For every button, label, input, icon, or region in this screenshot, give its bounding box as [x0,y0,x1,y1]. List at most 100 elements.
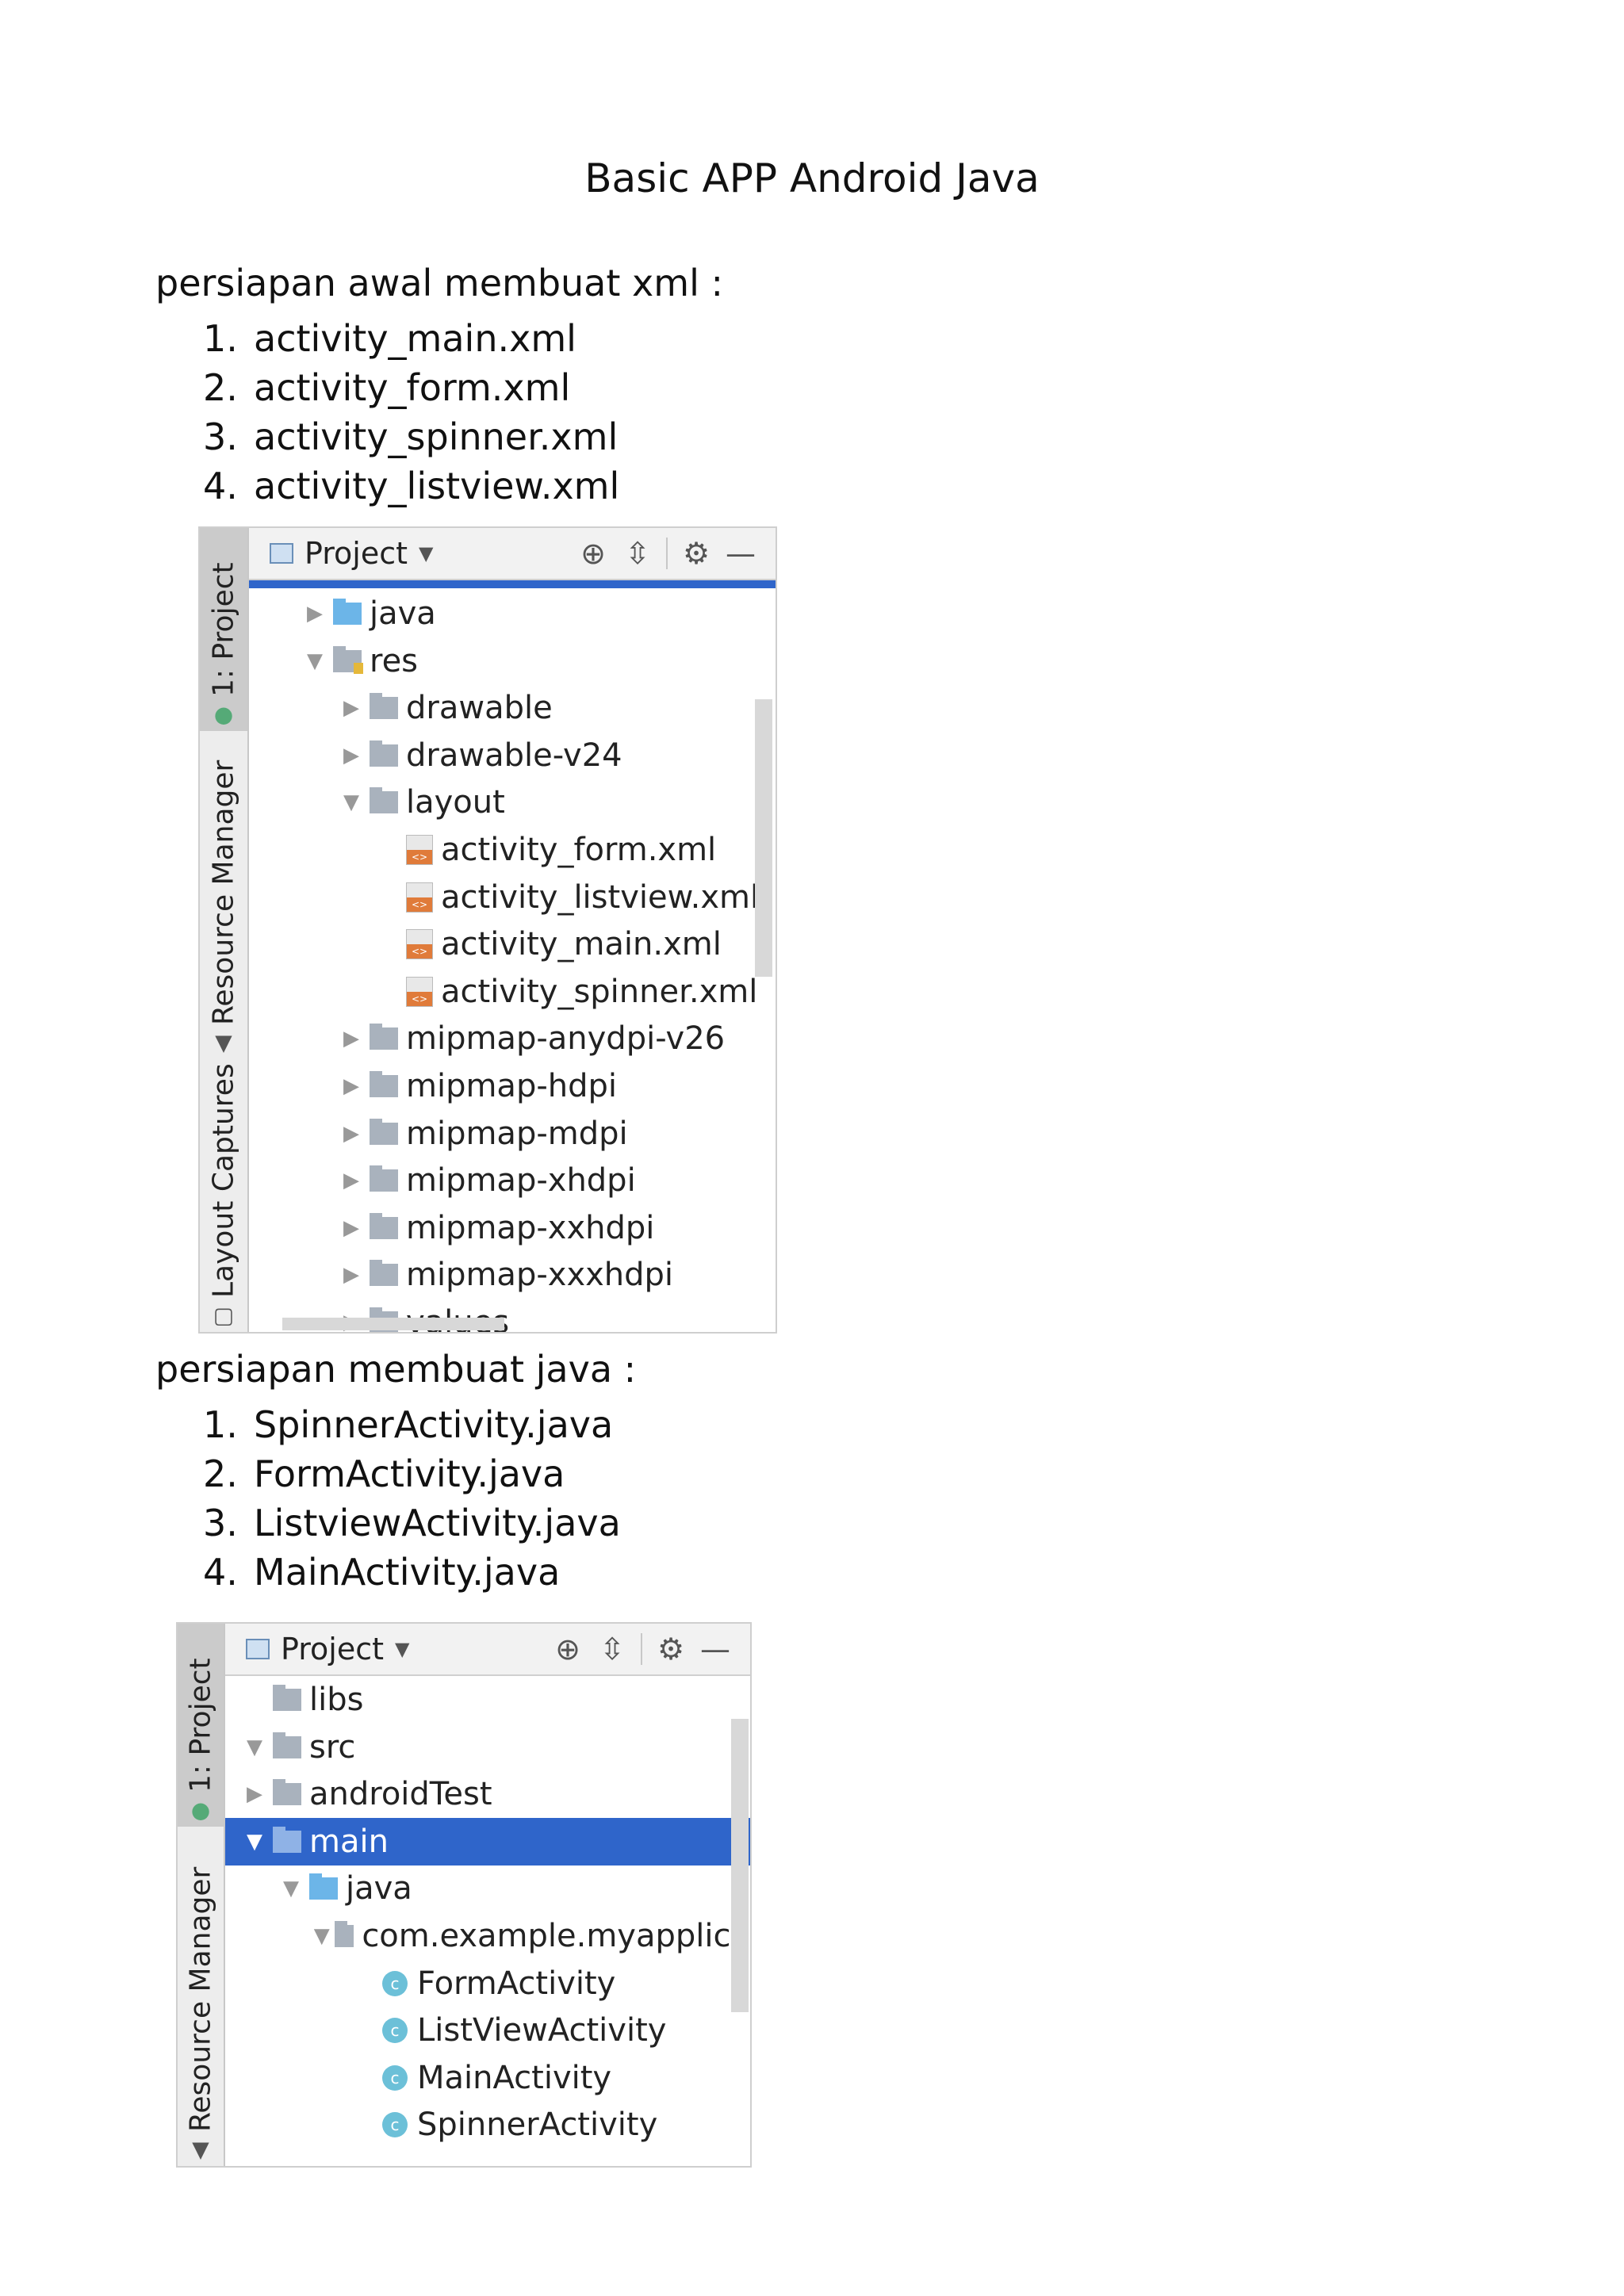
expanded-arrow-icon[interactable]: ▼ [333,790,370,814]
tab-project-label: 1: Project [207,562,240,697]
expanded-arrow-icon[interactable]: ▼ [236,1735,273,1759]
tool-window-strip: ● 1: Project ▲ Resource Manager [178,1624,225,2166]
tree-row-label: res [370,642,419,679]
list-item-text: MainActivity.java [254,1551,561,1594]
tree-row[interactable]: c MainActivity [225,2054,750,2102]
folder-icon [370,1260,398,1287]
tree-row[interactable]: ▶ mipmap-xxxhdpi [249,1251,776,1299]
list-item: 1. SpinnerActivity.java [203,1400,621,1449]
tree-row[interactable]: c ListViewActivity [225,2007,750,2054]
tree-row[interactable]: c FormActivity [225,1960,750,2007]
tab-resource-manager[interactable]: ▲ Resource Manager [178,1838,224,2166]
project-tree-panel-java: ● 1: Project ▲ Resource Manager Project … [176,1622,752,2168]
java-section-heading: persiapan membuat java : [155,1348,637,1391]
expanded-arrow-icon[interactable]: ▼ [236,1830,273,1854]
tab-project-label: 1: Project [184,1658,217,1793]
tree-row-label: drawable [406,690,553,727]
resource-folder-icon [333,645,363,674]
tree-row-label: SpinnerActivity [417,2107,658,2144]
list-item-number: 3. [203,415,238,458]
tab-project[interactable]: ● 1: Project [200,528,247,731]
scrollbar[interactable] [731,1719,749,2012]
java-class-icon: c [382,2018,408,2044]
horizontal-scrollbar[interactable] [282,1318,504,1330]
list-item-text: activity_listview.xml [254,465,620,507]
tool-window-strip: ● 1: Project ▲ Resource Manager ▢ Layout… [200,528,249,1332]
list-item-text: activity_main.xml [254,317,576,360]
source-folder-icon [333,599,362,625]
tree-row[interactable]: activity_form.xml [249,826,776,874]
tree-row-label: ListViewActivity [417,2012,667,2049]
tab-layout-captures[interactable]: ▢ Layout Captures [200,1063,247,1332]
expanded-arrow-icon[interactable]: ▼ [297,649,333,673]
xml-file-icon [406,835,433,865]
java-class-icon: c [382,2112,408,2138]
tree-row[interactable]: ▼ src [225,1724,750,1771]
tree-row[interactable]: libs [225,1676,750,1724]
tree-row[interactable]: ▼ layout [249,779,776,826]
tab-resource-manager[interactable]: ▲ Resource Manager [200,742,247,1059]
tree-row[interactable]: ▼ res [249,637,776,685]
collapsed-arrow-icon[interactable]: ▶ [333,1027,370,1050]
tree-row-label: activity_spinner.xml [441,973,758,1010]
android-icon: ● [187,1800,214,1827]
collapsed-arrow-icon[interactable]: ▶ [333,744,370,767]
tab-project[interactable]: ● 1: Project [178,1624,224,1827]
tree-row[interactable]: ▶ java [249,590,776,637]
list-item: 1. activity_main.xml [203,314,619,363]
list-item-text: SpinnerActivity.java [254,1403,614,1446]
tree-row[interactable]: ▶ drawable-v24 [249,732,776,779]
expanded-arrow-icon[interactable]: ▼ [309,1924,335,1948]
collapsed-arrow-icon[interactable]: ▶ [333,1263,370,1287]
java-class-icon: c [382,2064,408,2091]
tree-row[interactable]: ▶ mipmap-xhdpi [249,1157,776,1204]
collapsed-arrow-icon[interactable]: ▶ [333,1074,370,1098]
list-item-number: 4. [203,1551,238,1594]
resource-manager-icon: ▲ [187,2140,214,2166]
scrollbar[interactable] [755,699,772,977]
tree-row[interactable]: ▼ java [225,1865,750,1912]
list-item: 3. activity_spinner.xml [203,412,619,461]
collapsed-arrow-icon[interactable]: ▶ [333,1122,370,1146]
tree-row[interactable]: ▼ com.example.myapplica [225,1912,750,1960]
folder-icon [370,787,398,814]
folder-icon [370,693,398,720]
collapsed-arrow-icon[interactable]: ▶ [236,1782,273,1806]
tab-resource-manager-label: Resource Manager [207,760,240,1025]
collapsed-arrow-icon[interactable]: ▶ [297,602,333,626]
tree-row[interactable]: ▶ mipmap-anydpi-v26 [249,1015,776,1062]
tree-row[interactable]: c SpinnerActivity [225,2101,750,2149]
tree-row[interactable]: ▶ mipmap-xxhdpi [249,1204,776,1252]
collapsed-arrow-icon[interactable]: ▶ [333,1216,370,1240]
folder-icon [273,1685,301,1711]
tree-row-label: mipmap-xxhdpi [406,1209,655,1246]
tree-row-label: androidTest [309,1776,492,1813]
tree-row-label: mipmap-xxxhdpi [406,1257,674,1294]
tree-row[interactable]: ▶ drawable [249,684,776,732]
list-item-text: activity_spinner.xml [254,415,619,458]
folder-icon [334,1921,354,1947]
tree-row[interactable]: ▶ mipmap-hdpi [249,1062,776,1110]
folder-icon [370,1024,398,1050]
list-item: 2. activity_form.xml [203,363,619,412]
tree-row[interactable]: ▶ androidTest [225,1770,750,1818]
expanded-arrow-icon[interactable]: ▼ [273,1877,309,1900]
collapsed-arrow-icon[interactable]: ▶ [333,696,370,720]
android-icon: ● [210,705,237,731]
list-item: 3. ListviewActivity.java [203,1498,621,1548]
folder-icon [370,740,398,767]
collapsed-arrow-icon[interactable]: ▶ [333,1169,370,1192]
tree-row[interactable]: activity_spinner.xml [249,968,776,1016]
project-tree: ▶java▼res▶drawable▶drawable-v24▼layoutac… [249,528,776,1332]
tree-row[interactable]: ▼ main [225,1817,750,1866]
tree-row-label: java [346,1870,412,1908]
source-folder-icon [309,1873,338,1900]
tree-row[interactable]: ▶ mipmap-mdpi [249,1110,776,1158]
list-item-number: 1. [203,317,238,360]
tree-row[interactable]: activity_listview.xml [249,874,776,921]
tree-row[interactable]: activity_main.xml [249,920,776,968]
tree-row-label: activity_listview.xml [441,878,760,916]
xml-section-heading: persiapan awal membuat xml : [155,262,723,304]
tree-row-label: java [370,595,436,632]
document-title: Basic APP Android Java [584,155,1040,201]
